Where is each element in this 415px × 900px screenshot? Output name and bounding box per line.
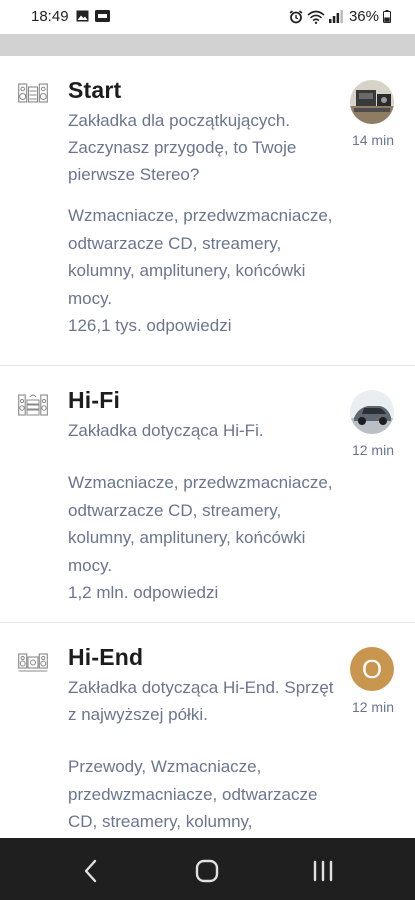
hiend-system-icon [18, 653, 48, 672]
forum-item-hiend[interactable]: Hi-End Zakładka dotycząca Hi-End. Sprzęt… [0, 623, 415, 838]
car-photo-avatar[interactable] [350, 390, 394, 434]
status-time: 18:49 [31, 8, 69, 25]
letter-avatar[interactable]: O [350, 647, 394, 691]
forum-reply-count: 1,2 mln. odpowiedzi [68, 583, 219, 602]
last-post-time: 12 min [351, 442, 394, 458]
avatar-photo [350, 80, 394, 124]
header-strip [0, 34, 415, 56]
forum-subforums-text: Przewody, Wzmacniacze, przedwzmacniacze,… [68, 757, 318, 831]
image-icon [76, 10, 89, 22]
forum-subforums-text: Wzmacniacze, przedwzmacniacze, odtwarzac… [68, 473, 333, 575]
forum-reply-count: 126,1 tys. odpowiedzi [68, 316, 232, 335]
forum-subforums-text: Wzmacniacze, przedwzmacniacze, odtwarzac… [68, 206, 333, 308]
recent-apps-button[interactable] [308, 856, 338, 886]
forum-subforums: Wzmacniacze, przedwzmacniacze, odtwarzac… [68, 469, 348, 607]
stereo-speakers-icon [18, 83, 48, 103]
system-navigation-bar [0, 838, 415, 900]
avatar-photo [350, 390, 394, 434]
home-button[interactable] [192, 856, 222, 886]
status-bar: 18:49 36% [0, 0, 415, 34]
forum-description: Zakładka dla początkujących. Zaczynasz p… [68, 111, 297, 184]
forum-title[interactable]: Hi-Fi [68, 387, 120, 414]
user-photo-avatar[interactable] [350, 80, 394, 124]
status-right: 36% [289, 8, 391, 25]
forum-description: Zakładka dotycząca Hi-End. Sprzęt z najw… [68, 678, 334, 724]
app-badge-icon [95, 10, 110, 22]
status-left-icons [76, 10, 110, 22]
battery-percent: 36% [348, 8, 379, 25]
signal-icon [328, 10, 343, 23]
forum-title[interactable]: Hi-End [68, 644, 143, 671]
forum-item-start[interactable]: Start Zakładka dla początkujących. Zaczy… [0, 56, 415, 366]
back-button[interactable] [76, 856, 106, 886]
recent-apps-icon [313, 860, 333, 882]
forum-list[interactable]: Start Zakładka dla początkujących. Zaczy… [0, 56, 415, 838]
alarm-icon [289, 9, 303, 23]
home-icon [195, 859, 219, 883]
forum-item-hifi[interactable]: Hi-Fi Zakładka dotycząca Hi-Fi. Wzmacnia… [0, 366, 415, 623]
hifi-system-icon [18, 394, 48, 416]
wifi-icon [307, 10, 325, 24]
forum-subforums: Przewody, Wzmacniacze, przedwzmacniacze,… [68, 753, 348, 838]
last-post-time: 14 min [351, 132, 394, 148]
forum-subforums: Wzmacniacze, przedwzmacniacze, odtwarzac… [68, 202, 348, 340]
back-icon [84, 859, 97, 883]
forum-title[interactable]: Start [68, 77, 121, 104]
battery-icon [383, 10, 391, 23]
last-post-time: 12 min [351, 699, 394, 715]
forum-description: Zakładka dotycząca Hi-Fi. [68, 421, 264, 440]
